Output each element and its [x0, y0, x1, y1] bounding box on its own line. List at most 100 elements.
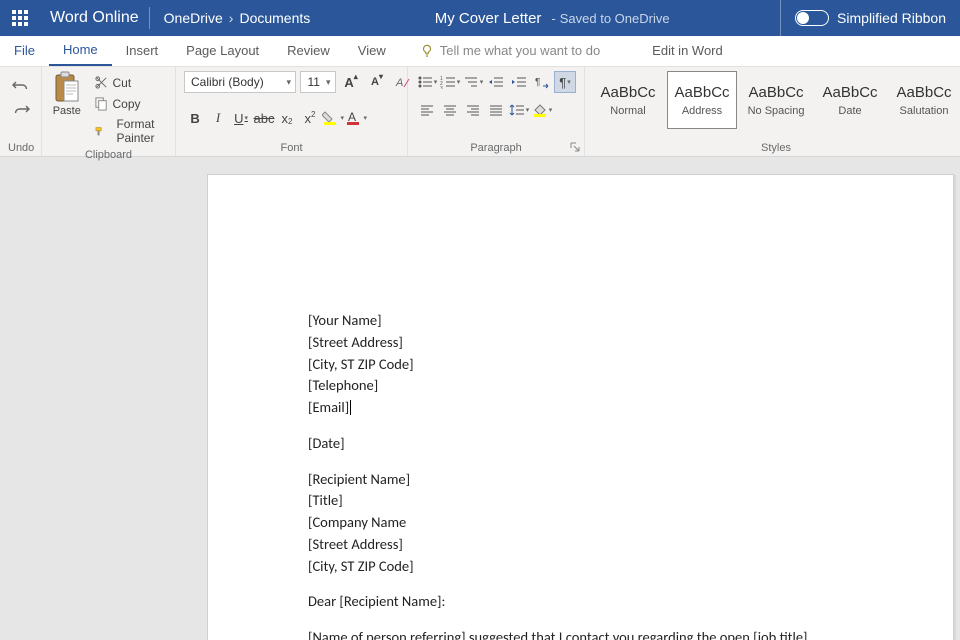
salutation-line[interactable]: Dear [Recipient Name]: [308, 591, 853, 613]
font-color-icon: A [345, 110, 362, 126]
tab-file[interactable]: File [0, 35, 49, 66]
toggle-switch-icon [795, 10, 829, 26]
dialog-launcher-icon [570, 142, 580, 152]
align-left-button[interactable] [416, 99, 438, 121]
recipient-line[interactable]: [Company Name [308, 512, 853, 534]
recipient-line[interactable]: [City, ST ZIP Code] [308, 556, 853, 578]
shrink-font-button[interactable]: A▾ [366, 71, 388, 93]
numbering-icon: 123 [440, 75, 456, 89]
style-card-date[interactable]: AaBbCcDate [815, 71, 885, 129]
breadcrumb-folder[interactable]: Documents [239, 10, 310, 26]
sender-line[interactable]: [City, ST ZIP Code] [308, 354, 853, 376]
paste-button[interactable]: Paste [50, 71, 84, 117]
style-card-address[interactable]: AaBbCcAddress [667, 71, 737, 129]
document-title[interactable]: My Cover Letter [435, 10, 542, 27]
highlight-button[interactable]: ▾ [322, 107, 344, 129]
clipboard-group: Paste Cut Copy Format Painter Clipboard [42, 67, 176, 156]
highlight-icon [322, 110, 339, 126]
paste-label: Paste [53, 105, 81, 117]
align-center-icon [443, 104, 457, 116]
line-spacing-icon [509, 103, 525, 117]
tab-insert[interactable]: Insert [112, 35, 173, 66]
font-family-combo[interactable]: Calibri (Body)▾ [184, 71, 296, 93]
tab-page-layout[interactable]: Page Layout [172, 35, 273, 66]
undo-group: Undo [0, 67, 42, 156]
simplified-ribbon-toggle[interactable]: Simplified Ribbon [780, 0, 960, 36]
svg-text:¶: ¶ [535, 77, 540, 88]
style-card-normal[interactable]: AaBbCcNormal [593, 71, 663, 129]
format-painter-button[interactable]: Format Painter [90, 115, 168, 147]
tab-review[interactable]: Review [273, 35, 344, 66]
font-size-combo[interactable]: 11▾ [300, 71, 336, 93]
outdent-icon [488, 75, 504, 89]
sender-line[interactable]: [Email] [308, 397, 853, 419]
tab-view[interactable]: View [344, 35, 400, 66]
style-card-salutation[interactable]: AaBbCcSalutation [889, 71, 959, 129]
recipient-line[interactable]: [Street Address] [308, 534, 853, 556]
style-card-no-spacing[interactable]: AaBbCcNo Spacing [741, 71, 811, 129]
edit-in-word[interactable]: Edit in Word [638, 35, 737, 66]
font-color-button[interactable]: A▾ [345, 107, 367, 129]
show-marks-button[interactable]: ¶▾ [554, 71, 576, 93]
app-launcher-icon[interactable] [0, 0, 40, 36]
chevron-down-icon: ▾ [286, 77, 291, 88]
chevron-right-icon: › [229, 10, 234, 26]
redo-button[interactable] [8, 101, 34, 119]
bullets-icon [417, 75, 433, 89]
sender-line[interactable]: [Street Address] [308, 332, 853, 354]
date-block: [Date] [308, 433, 853, 455]
tab-home[interactable]: Home [49, 35, 112, 66]
recipient-line[interactable]: [Recipient Name] [308, 469, 853, 491]
strikethrough-button[interactable]: abc [253, 107, 275, 129]
text-direction-button[interactable]: ¶ [531, 71, 553, 93]
undo-button[interactable] [8, 77, 34, 95]
style-gallery: AaBbCcNormalAaBbCcAddressAaBbCcNo Spacin… [593, 71, 959, 129]
bullets-button[interactable]: ▾ [416, 71, 438, 93]
page[interactable]: [Your Name] [Street Address] [City, ST Z… [208, 175, 953, 640]
multilevel-list-button[interactable]: ▾ [462, 71, 484, 93]
justify-icon [489, 104, 503, 116]
style-name: Address [682, 105, 722, 117]
ribbon: Undo Paste Cut Copy [0, 67, 960, 157]
copy-button[interactable]: Copy [90, 94, 168, 113]
recipient-block: [Recipient Name] [Title] [Company Name [… [308, 469, 853, 578]
underline-button[interactable]: U▾ [230, 107, 252, 129]
superscript-button[interactable]: x2 [299, 107, 321, 129]
sender-block: [Your Name] [Street Address] [City, ST Z… [308, 310, 853, 419]
date-line[interactable]: [Date] [308, 433, 853, 455]
app-brand: Word Online [40, 7, 150, 29]
chevron-down-icon: ▾ [326, 77, 331, 88]
sender-line[interactable]: [Telephone] [308, 375, 853, 397]
group-label-undo: Undo [8, 140, 33, 154]
body-text[interactable]: [Name of person referring] suggested tha… [308, 627, 853, 640]
lightbulb-icon [420, 44, 434, 58]
grow-font-button[interactable]: A▴ [340, 71, 362, 93]
recipient-line[interactable]: [Title] [308, 490, 853, 512]
breadcrumb: OneDrive › Documents [150, 10, 325, 26]
toggle-label: Simplified Ribbon [837, 10, 946, 26]
breadcrumb-root[interactable]: OneDrive [164, 10, 223, 26]
increase-indent-button[interactable] [508, 71, 530, 93]
paragraph-dialog-launcher[interactable] [570, 142, 580, 152]
subscript-button[interactable]: x2 [276, 107, 298, 129]
shading-button[interactable]: ▾ [531, 99, 553, 121]
document-canvas[interactable]: [Your Name] [Street Address] [City, ST Z… [0, 157, 960, 640]
copy-icon [94, 96, 109, 111]
sender-line[interactable]: [Your Name] [308, 310, 853, 332]
style-sample: AaBbCc [601, 84, 656, 101]
ribbon-tabs: File Home Insert Page Layout Review View… [0, 36, 960, 67]
cut-button[interactable]: Cut [90, 73, 168, 92]
group-label-styles: Styles [593, 140, 959, 154]
style-name: Salutation [900, 105, 949, 117]
bold-button[interactable]: B [184, 107, 206, 129]
align-right-button[interactable] [462, 99, 484, 121]
decrease-indent-button[interactable] [485, 71, 507, 93]
save-status: -Saved to OneDrive [551, 11, 669, 26]
italic-button[interactable]: I [207, 107, 229, 129]
align-center-button[interactable] [439, 99, 461, 121]
justify-button[interactable] [485, 99, 507, 121]
salutation-block: Dear [Recipient Name]: [308, 591, 853, 613]
numbering-button[interactable]: 123▾ [439, 71, 461, 93]
line-spacing-button[interactable]: ▾ [508, 99, 530, 121]
tell-me-search[interactable]: Tell me what you want to do [406, 35, 614, 66]
